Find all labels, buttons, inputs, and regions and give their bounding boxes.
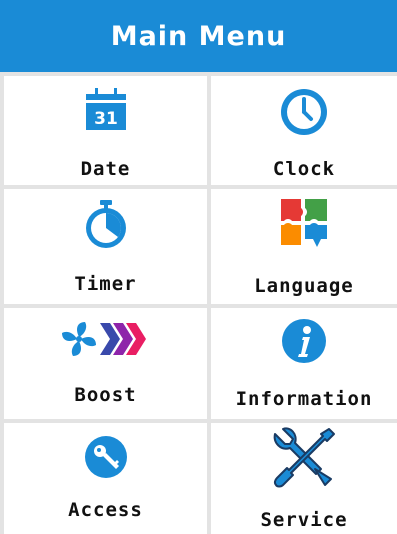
menu-item-label: Timer	[74, 273, 137, 295]
menu-item-label: Boost	[74, 384, 137, 406]
menu-grid: 31 Date Clock Timer Language Boost Infor…	[0, 72, 397, 534]
menu-item-information[interactable]: Information	[211, 308, 397, 419]
main-menu-screen: Main Menu 31 Date Clock Timer Language B…	[0, 0, 397, 534]
menu-item-language[interactable]: Language	[211, 189, 397, 304]
stopwatch-icon	[84, 199, 128, 249]
calendar-day-number: 31	[94, 109, 118, 129]
fan-boost-icon	[60, 320, 152, 358]
menu-item-access[interactable]: Access	[4, 423, 207, 534]
menu-item-date[interactable]: 31 Date	[4, 76, 207, 185]
title-bar: Main Menu	[0, 0, 397, 72]
menu-item-clock[interactable]: Clock	[211, 76, 397, 185]
tools-icon	[271, 425, 337, 491]
page-title: Main Menu	[110, 20, 287, 52]
menu-item-label: Information	[235, 388, 373, 410]
menu-item-service[interactable]: Service	[211, 423, 397, 534]
menu-item-timer[interactable]: Timer	[4, 189, 207, 304]
info-icon	[281, 318, 327, 364]
menu-item-label: Service	[260, 509, 348, 531]
menu-item-label: Clock	[272, 158, 336, 180]
menu-item-boost[interactable]: Boost	[4, 308, 207, 419]
menu-item-label: Language	[254, 275, 354, 297]
key-icon	[84, 435, 128, 479]
clock-icon	[280, 88, 328, 136]
puzzle-icon	[277, 195, 331, 249]
menu-item-label: Date	[80, 158, 131, 180]
menu-item-label: Access	[68, 499, 143, 521]
calendar-icon: 31	[84, 86, 128, 132]
